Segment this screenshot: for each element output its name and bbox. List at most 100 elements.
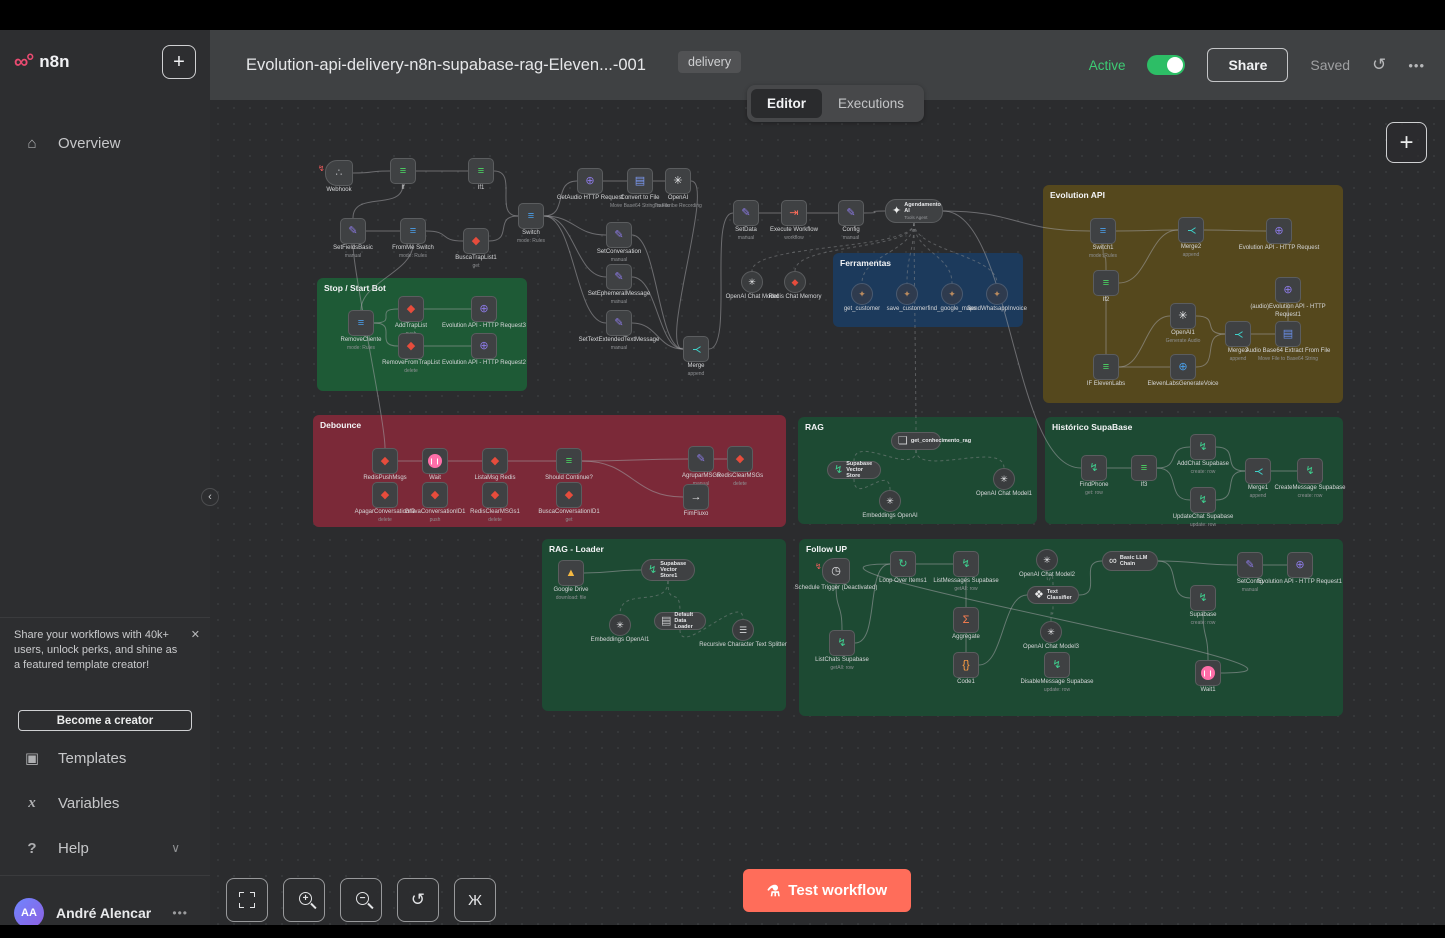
node-elevenlabs[interactable]: ⊕ElevenLabsGenerateVoice [1170,354,1196,380]
node-if3[interactable]: ≡If3 [1131,455,1157,481]
node-loopover[interactable]: ↻Loop Over Items1 [890,551,916,577]
node-llmchain[interactable]: ∞Basic LLM Chain [1102,551,1158,571]
node-if2[interactable]: ≡If2 [1093,270,1119,296]
node-setfieldsbasic[interactable]: ✎SetFieldsBasicmanual [340,218,366,244]
node-redisclearmsgs1[interactable]: ◆RedisClearMSGs1delete [482,482,508,508]
zoom-out-button[interactable]: − [340,878,382,922]
node-switch1[interactable]: ≡Switch1mode: Rules [1090,218,1116,244]
node-updatechat[interactable]: ↯UpdateChat Supabaseupdate: row [1190,487,1216,513]
node-buscatraplist1[interactable]: ◆BuscaTrapList1get [463,228,489,254]
node-fimfluxo[interactable]: →FimFluxo [683,484,709,510]
node-openaichat3[interactable]: ✳OpenAI Chat Model3 [1040,621,1062,643]
node-openaichat1[interactable]: ✳OpenAI Chat Model1 [993,468,1015,490]
node-merge1[interactable]: YMerge1append [1245,458,1271,484]
node-merge0[interactable]: YMergeappend [683,336,709,362]
node-addchat[interactable]: ↯AddChat Supabasecreate: row [1190,434,1216,460]
node-settextext[interactable]: ✎SetTextExtendedTextMessagemanual [606,310,632,336]
node-evohttp2[interactable]: ⊕Evolution API - HTTP Request2 [471,333,497,359]
tidy-up-button[interactable]: Ж [454,878,496,922]
node-find_google_maps[interactable]: ✦find_google_maps [941,283,963,305]
node-evohttp3[interactable]: ⊕Evolution API - HTTP Request3 [471,296,497,322]
become-creator-button[interactable]: Become a creator [18,710,192,731]
node-supavector[interactable]: ↯Supabase Vector Store [827,461,881,479]
sidebar-item-help[interactable]: ? Help ∨ [0,831,210,865]
node-switch0[interactable]: ≡Switchmode: Rules [518,203,544,229]
node-ifelevenlabs[interactable]: ≡IF ElevenLabs [1093,354,1119,380]
history-icon[interactable]: ↺ [1372,55,1386,75]
node-setephemeral[interactable]: ✎SetEphemeralMessagemanual [606,264,632,290]
node-supavector1[interactable]: ↯Supabase Vector Store1 [641,559,695,581]
node-wait1[interactable]: ❙❙Wait1 [1195,660,1221,686]
share-button[interactable]: Share [1207,48,1288,82]
collapse-sidebar-icon[interactable]: ‹ [201,488,219,506]
node-redispushmsgs[interactable]: ◆RedisPushMsgspush [372,448,398,474]
node-merge3[interactable]: YMerge3append [1225,321,1251,347]
node-textsplitter[interactable]: ☰Recursive Character Text Splitter [732,619,754,641]
close-icon[interactable]: ✕ [191,628,200,641]
node-openai1[interactable]: ✳OpenAI1Generate Audio [1170,303,1196,329]
node-audioevohttp1[interactable]: ⊕(audio)Evolution API - HTTP Request1 [1275,277,1301,303]
zoom-to-fit-button[interactable] [226,878,268,922]
node-removefromtrap[interactable]: ◆RemoveFromTrapListdelete [398,333,424,359]
node-findphone[interactable]: ↯FindPhoneget: row [1081,455,1107,481]
node-config[interactable]: ✎Configmanual [838,200,864,226]
node-code1[interactable]: {}Code1 [953,652,979,678]
reset-zoom-button[interactable]: ↺ [397,878,439,922]
node-listamsgredis[interactable]: ◆ListaMsg Redisget [482,448,508,474]
node-redisclearmsgs[interactable]: ◆RedisClearMSGsdelete [727,446,753,472]
node-webhook[interactable]: ↯∴Webhook [325,160,353,186]
node-textclassifier[interactable]: ❖Text Classifier [1027,586,1079,604]
node-frommeswitch[interactable]: ≡FromMe Switchmode: Rules [400,218,426,244]
more-options-icon[interactable]: ••• [1408,58,1425,73]
workflow-canvas[interactable]: Stop / Start BotDebounceRAGHistórico Sup… [210,100,1445,925]
node-embeddingsopenai1[interactable]: ✳Embeddings OpenAI1 [609,614,631,636]
tab-executions[interactable]: Executions [822,89,920,118]
sidebar-item-variables[interactable]: x Variables [0,786,210,820]
node-setconversation[interactable]: ✎SetConversationmanual [606,222,632,248]
node-removecliente[interactable]: ≡RemoveClientemode: Rules [348,310,374,336]
active-toggle[interactable] [1147,55,1185,75]
node-buscaconvid1[interactable]: ◆BuscaConversationID1get [556,482,582,508]
workflow-tag[interactable]: delivery [678,51,741,73]
node-setconfig[interactable]: ✎SetConfigmanual [1237,552,1263,578]
node-apagarconvid[interactable]: ◆ApagarConversationIDdelete [372,482,398,508]
node-openaichat2[interactable]: ✳OpenAI Chat Model2 [1036,549,1058,571]
node-evohttp1f[interactable]: ⊕Evolution API - HTTP Request1 [1287,552,1313,578]
node-agruparmsgs[interactable]: ✎AgruparMSGsmanual [688,446,714,472]
node-gdrive[interactable]: ▲Google Drivedownload: file [558,560,584,586]
node-createmsg[interactable]: ↯CreateMessage Supabasecreate: row [1297,458,1323,484]
node-getaudio[interactable]: ⊕GetAudio HTTP Request [577,168,603,194]
add-node-button[interactable]: + [1386,122,1427,163]
node-wait0[interactable]: ❙❙Wait [422,448,448,474]
node-embeddingsopenai[interactable]: ✳Embeddings OpenAI [879,490,901,512]
test-workflow-button[interactable]: ⚗ Test workflow [743,869,911,912]
node-aggregate[interactable]: ΣAggregate [953,607,979,633]
node-defaultloader[interactable]: ▤Default Data Loader [654,612,706,630]
node-addtraplist[interactable]: ◆AddTrapListpush [398,296,424,322]
node-redismem[interactable]: ◆Redis Chat Memory [784,271,806,293]
node-get_customer[interactable]: ✦get_customer [851,283,873,305]
node-schedtrigger[interactable]: ↯◷Schedule Trigger (Deactivated) [822,558,850,584]
node-gravaconvid1[interactable]: ◆GravaConversationID1push [422,482,448,508]
node-disablemsg[interactable]: ↯DisableMessage Supabaseupdate: row [1044,652,1070,678]
sidebar-item-overview[interactable]: ⌂ Overview [0,126,210,160]
node-if1[interactable]: ≡If1 [468,158,494,184]
node-shouldcontinue[interactable]: ≡Should Continue? [556,448,582,474]
node-agent[interactable]: ✦Agendamento AITools Agent [885,199,943,223]
node-sendwhatsinvoice[interactable]: ✦SendWhatsappInvoice [986,283,1008,305]
node-execwf[interactable]: ⇥Execute Workflowworkflow [781,200,807,226]
node-setdata[interactable]: ✎SetDatamanual [733,200,759,226]
node-supabase0[interactable]: ↯Supabasecreate: row [1190,585,1216,611]
zoom-in-button[interactable]: + [283,878,325,922]
node-if0[interactable]: ≡If [390,158,416,184]
node-evohttp[interactable]: ⊕Evolution API - HTTP Request [1266,218,1292,244]
sidebar-item-templates[interactable]: ▣ Templates [0,741,210,775]
node-converttofile[interactable]: ▤Convert to FileMove Base64 String to Fi… [627,168,653,194]
workflow-title[interactable]: Evolution-api-delivery-n8n-supabase-rag-… [246,30,646,100]
node-listchats[interactable]: ↯ListChats SupabasegetAll: row [829,630,855,656]
node-openaichat0[interactable]: ✳OpenAI Chat Model [741,271,763,293]
new-workflow-button[interactable]: + [162,45,196,79]
node-audiob64[interactable]: ▤Audio Base64 Extract From FileMove File… [1275,321,1301,347]
node-listmessages[interactable]: ↯ListMessages SupabasegetAll: row [953,551,979,577]
user-options-icon[interactable]: ••• [172,906,188,920]
